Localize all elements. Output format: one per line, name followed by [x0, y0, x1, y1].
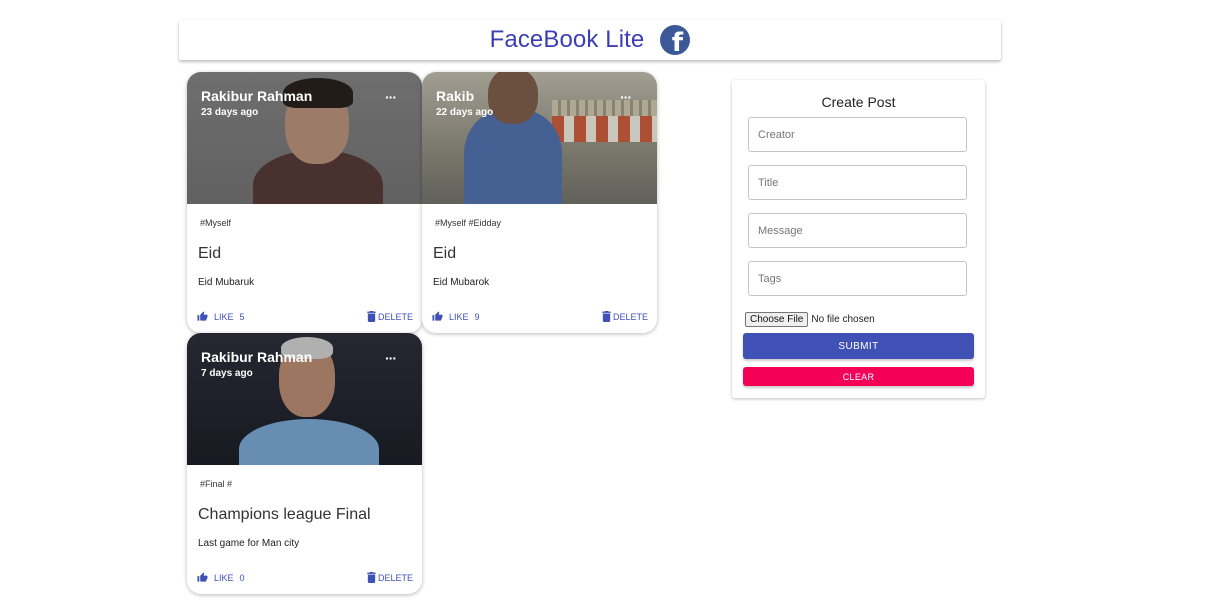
post-tags: #Myself #Eidday — [435, 218, 502, 228]
more-options-button[interactable]: ··· — [385, 89, 397, 105]
trash-icon — [367, 572, 376, 583]
delete-button[interactable]: DELETE — [367, 572, 413, 583]
post-time: 22 days ago — [436, 107, 494, 118]
post-image: Rakibur Rahman 7 days ago ··· — [187, 333, 422, 465]
tags-input[interactable] — [748, 261, 967, 296]
facebook-icon: f — [660, 25, 691, 55]
delete-label: DELETE — [612, 311, 648, 322]
post-creator: Rakibur Rahman — [201, 349, 313, 365]
like-count: 9 — [474, 311, 480, 322]
app-title: FaceBook Lite — [489, 26, 645, 53]
creator-input[interactable] — [748, 117, 967, 152]
post-image: Rakib 22 days ago ··· — [422, 72, 657, 204]
choose-file-button[interactable]: Choose File — [745, 312, 809, 327]
post-time: 7 days ago — [201, 368, 253, 379]
create-post-form: Create Post Choose File No file chosen S… — [732, 80, 985, 398]
post-image: Rakibur Rahman 23 days ago ··· — [187, 72, 422, 204]
title-input[interactable] — [748, 165, 967, 200]
post-message: Eid Mubarok — [433, 277, 490, 288]
post-creator: Rakibur Rahman — [201, 88, 313, 104]
like-label: LIKE — [449, 311, 469, 322]
post-title: Champions league Final — [198, 506, 371, 523]
more-options-button[interactable]: ··· — [385, 350, 397, 366]
message-input[interactable] — [748, 213, 967, 248]
thumb-up-icon — [197, 572, 208, 582]
post-time: 23 days ago — [201, 107, 259, 118]
thumb-up-icon — [432, 311, 443, 321]
like-button[interactable]: LIKE 0 — [197, 572, 245, 583]
delete-button[interactable]: DELETE — [602, 311, 648, 322]
thumb-up-icon — [197, 311, 208, 321]
post-card: Rakibur Rahman 7 days ago ··· #Final # C… — [187, 333, 422, 594]
like-button[interactable]: LIKE 9 — [432, 311, 480, 322]
post-message: Eid Mubaruk — [198, 277, 255, 288]
post-card: Rakibur Rahman 23 days ago ··· #Myself E… — [187, 72, 422, 333]
delete-label: DELETE — [377, 311, 413, 322]
app-bar: FaceBook Lite f — [179, 20, 1001, 60]
post-actions: LIKE 9 DELETE — [422, 311, 657, 325]
trash-icon — [602, 311, 611, 322]
post-title: Eid — [433, 245, 457, 262]
post-message: Last game for Man city — [198, 538, 300, 549]
like-label: LIKE — [214, 311, 234, 322]
post-title: Eid — [198, 245, 222, 262]
form-title: Create Post — [821, 94, 896, 110]
post-actions: LIKE 0 DELETE — [187, 572, 422, 586]
file-input: Choose File No file chosen — [745, 312, 875, 327]
post-creator: Rakib — [436, 88, 475, 104]
delete-button[interactable]: DELETE — [367, 311, 413, 322]
post-tags: #Myself — [200, 218, 232, 228]
post-tags: #Final # — [200, 479, 233, 489]
like-label: LIKE — [214, 572, 234, 583]
like-count: 5 — [239, 311, 245, 322]
trash-icon — [367, 311, 376, 322]
post-actions: LIKE 5 DELETE — [187, 311, 422, 325]
clear-button[interactable]: CLEAR — [743, 367, 974, 386]
delete-label: DELETE — [377, 572, 413, 583]
more-options-button[interactable]: ··· — [620, 89, 632, 105]
post-card: Rakib 22 days ago ··· #Myself #Eidday Ei… — [422, 72, 657, 333]
like-count: 0 — [239, 572, 245, 583]
like-button[interactable]: LIKE 5 — [197, 311, 245, 322]
submit-button[interactable]: SUBMIT — [743, 333, 974, 359]
no-file-text: No file chosen — [811, 314, 875, 325]
